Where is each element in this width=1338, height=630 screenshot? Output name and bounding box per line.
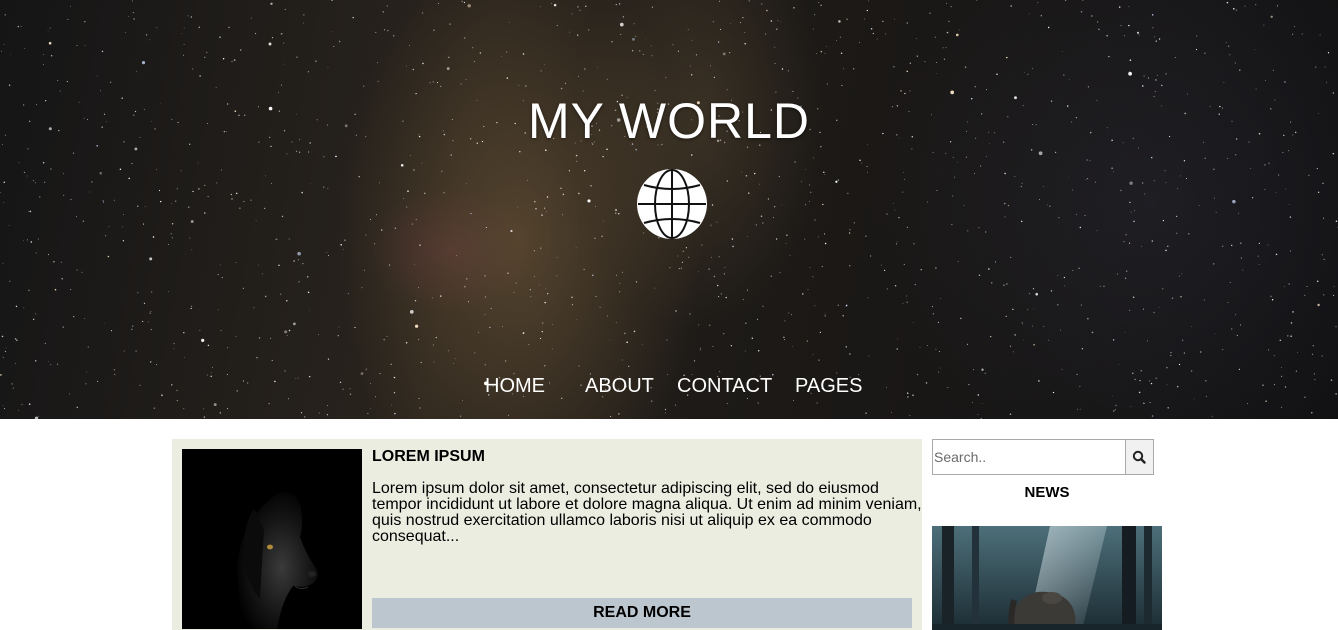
post-card: LOREM IPSUM Lorem ipsum dolor sit amet, … [172, 439, 922, 630]
read-more-button[interactable]: READ MORE [372, 598, 912, 628]
nav-item-pages[interactable]: PAGES [795, 375, 862, 398]
hero-banner: MY WORLD HOME ABOUT CONTACT PAGES [0, 0, 1338, 419]
main-navigation: HOME ABOUT CONTACT PAGES [0, 375, 1338, 405]
search-button[interactable] [1125, 439, 1154, 475]
elephant-forest-illustration [932, 526, 1162, 630]
nav-item-home[interactable]: HOME [485, 375, 545, 398]
news-image-elephant[interactable] [932, 526, 1162, 630]
search-icon [1132, 450, 1146, 464]
nav-item-contact[interactable]: CONTACT [677, 375, 772, 398]
post-title: LOREM IPSUM [372, 448, 485, 465]
post-excerpt: Lorem ipsum dolor sit amet, consectetur … [372, 480, 922, 545]
site-title: MY WORLD [527, 93, 811, 149]
post-image-puppy [182, 449, 362, 629]
nav-item-about[interactable]: ABOUT [585, 375, 654, 398]
news-heading: NEWS [1024, 484, 1070, 501]
search-form [932, 439, 1154, 475]
puppy-illustration [182, 449, 362, 629]
globe-icon [637, 169, 707, 239]
search-input[interactable] [932, 439, 1127, 475]
